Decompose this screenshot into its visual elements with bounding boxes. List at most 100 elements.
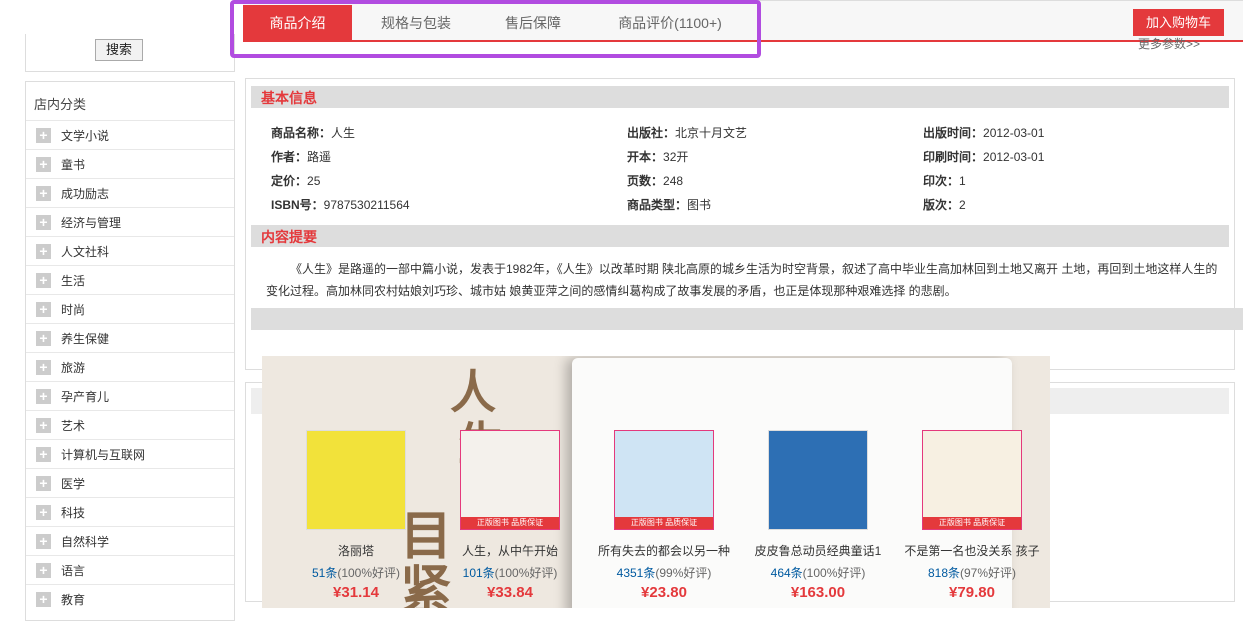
plus-icon[interactable]: + <box>36 272 51 288</box>
summary-title: 内容提要 <box>261 229 317 245</box>
category-item[interactable]: + 童书 <box>26 149 234 178</box>
category-label: 时尚 <box>61 302 86 317</box>
recommend-item[interactable]: 正版图书 品质保证人生，从中午开始 101条(100%好评) ¥33.84 <box>434 430 586 601</box>
product-badge: 正版图书 品质保证 <box>461 517 559 529</box>
plus-icon[interactable]: + <box>36 533 51 549</box>
category-label: 语言 <box>61 563 86 578</box>
info-value: 路遥 <box>307 150 332 164</box>
add-to-cart-button[interactable]: 加入购物车 <box>1133 9 1224 36</box>
plus-icon[interactable]: + <box>36 243 51 259</box>
plus-icon[interactable]: + <box>36 359 51 375</box>
product-price: ¥33.84 <box>487 584 533 601</box>
product-price: ¥23.80 <box>641 584 687 601</box>
product-review: 4351条(99%好评) <box>588 564 740 581</box>
plus-icon[interactable]: + <box>36 417 51 433</box>
product-badge: 正版图书 品质保证 <box>923 517 1021 529</box>
category-item[interactable]: + 成功励志 <box>26 178 234 207</box>
review-count[interactable]: 51条 <box>312 566 337 580</box>
info-key: 出版时间： <box>923 126 984 140</box>
plus-icon[interactable]: + <box>36 301 51 317</box>
info-value: 2012-03-01 <box>983 126 1045 140</box>
recommend-item[interactable]: 洛丽塔 51条(100%好评) ¥31.14 <box>280 430 432 601</box>
plus-icon[interactable]: + <box>36 475 51 491</box>
plus-icon[interactable]: + <box>36 156 51 172</box>
category-item[interactable]: + 经济与管理 <box>26 207 234 236</box>
info-value: 2012-03-01 <box>983 150 1045 164</box>
info-cell: 版次：2 <box>923 196 966 213</box>
info-value: 248 <box>663 174 684 188</box>
info-value: 图书 <box>687 198 712 212</box>
info-key: 作者： <box>271 150 308 164</box>
info-cell: 商品类型：图书 <box>627 196 711 213</box>
category-label: 人文社科 <box>61 244 110 259</box>
product-review: 818条(97%好评) <box>896 564 1048 581</box>
plus-icon[interactable]: + <box>36 504 51 520</box>
category-item[interactable]: + 旅游 <box>26 352 234 381</box>
product-image[interactable]: 正版图书 品质保证 <box>460 430 560 530</box>
review-count[interactable]: 464条 <box>771 566 803 580</box>
product-name[interactable]: 洛丽塔 <box>280 542 432 559</box>
category-label: 文学小说 <box>61 128 110 143</box>
section-divider <box>251 308 1243 330</box>
category-item[interactable]: + 养生保健 <box>26 323 234 352</box>
product-review: 101条(100%好评) <box>434 564 586 581</box>
product-name[interactable]: 皮皮鲁总动员经典童话1 <box>742 542 894 559</box>
plus-icon[interactable]: + <box>36 562 51 578</box>
plus-icon[interactable]: + <box>36 214 51 230</box>
category-label: 医学 <box>61 476 86 491</box>
product-image[interactable]: 正版图书 品质保证 <box>614 430 714 530</box>
recommend-item[interactable]: 正版图书 品质保证不是第一名也没关系 孩子 818条(97%好评) ¥79.80 <box>896 430 1048 601</box>
product-image[interactable] <box>768 430 868 530</box>
info-cell: 出版时间：2012-03-01 <box>923 124 1044 141</box>
category-list: + 文学小说 + 童书 + 成功励志 + 经济与管理 + 人文社科 + 生活 + 时尚 + 养生保健 + 旅游 + 孕… <box>26 120 234 613</box>
category-label: 科技 <box>61 505 86 520</box>
category-item[interactable]: + 时尚 <box>26 294 234 323</box>
summary-header: 内容提要 <box>251 225 1229 247</box>
info-cell: 商品名称：人生 <box>271 124 355 141</box>
plus-icon[interactable]: + <box>36 127 51 143</box>
plus-icon[interactable]: + <box>36 591 51 607</box>
review-count[interactable]: 818条 <box>928 566 960 580</box>
product-image[interactable]: 正版图书 品质保证 <box>922 430 1022 530</box>
category-item[interactable]: + 孕产育儿 <box>26 381 234 410</box>
search-button[interactable]: 搜索 <box>95 39 143 61</box>
info-cell: 页数：248 <box>627 172 683 189</box>
more-params-link[interactable]: 更多参数>> <box>1138 35 1200 52</box>
info-value: 32开 <box>663 150 689 164</box>
product-badge: 正版图书 品质保证 <box>615 517 713 529</box>
plus-icon[interactable]: + <box>36 388 51 404</box>
category-item[interactable]: + 语言 <box>26 555 234 584</box>
recommend-item[interactable]: 皮皮鲁总动员经典童话1 464条(100%好评) ¥163.00 <box>742 430 894 601</box>
review-count[interactable]: 4351条 <box>617 566 656 580</box>
recommend-item[interactable]: 正版图书 品质保证所有失去的都会以另一种 4351条(99%好评) ¥23.80 <box>588 430 740 601</box>
category-item[interactable]: + 医学 <box>26 468 234 497</box>
category-item[interactable]: + 教育 <box>26 584 234 613</box>
category-item[interactable]: + 计算机与互联网 <box>26 439 234 468</box>
category-item[interactable]: + 自然科学 <box>26 526 234 555</box>
category-label: 自然科学 <box>61 534 110 549</box>
plus-icon[interactable]: + <box>36 330 51 346</box>
product-name[interactable]: 所有失去的都会以另一种 <box>588 542 740 559</box>
info-value: 9787530211564 <box>323 198 410 212</box>
summary-text: 《人生》是路遥的一部中篇小说，发表于1982年，《人生》以改革时期 陕北高原的城… <box>266 262 1218 298</box>
category-item[interactable]: + 艺术 <box>26 410 234 439</box>
plus-icon[interactable]: + <box>36 185 51 201</box>
review-count[interactable]: 101条 <box>463 566 495 580</box>
info-cell: 出版社：北京十月文艺 <box>627 124 747 141</box>
product-price: ¥79.80 <box>949 584 995 601</box>
tab-highlight-box <box>230 0 761 58</box>
category-item[interactable]: + 生活 <box>26 265 234 294</box>
category-item[interactable]: + 人文社科 <box>26 236 234 265</box>
category-item[interactable]: + 文学小说 <box>26 120 234 149</box>
category-item[interactable]: + 科技 <box>26 497 234 526</box>
product-price: ¥163.00 <box>790 584 846 601</box>
product-name[interactable]: 不是第一名也没关系 孩子 <box>896 542 1048 559</box>
plus-icon[interactable]: + <box>36 446 51 462</box>
info-key: 开本： <box>627 150 664 164</box>
info-value: 25 <box>307 174 321 188</box>
review-rate: (99%好评) <box>655 566 712 580</box>
category-label: 旅游 <box>61 360 86 375</box>
product-image[interactable] <box>306 430 406 530</box>
product-name[interactable]: 人生，从中午开始 <box>434 542 586 559</box>
category-label: 生活 <box>61 273 86 288</box>
